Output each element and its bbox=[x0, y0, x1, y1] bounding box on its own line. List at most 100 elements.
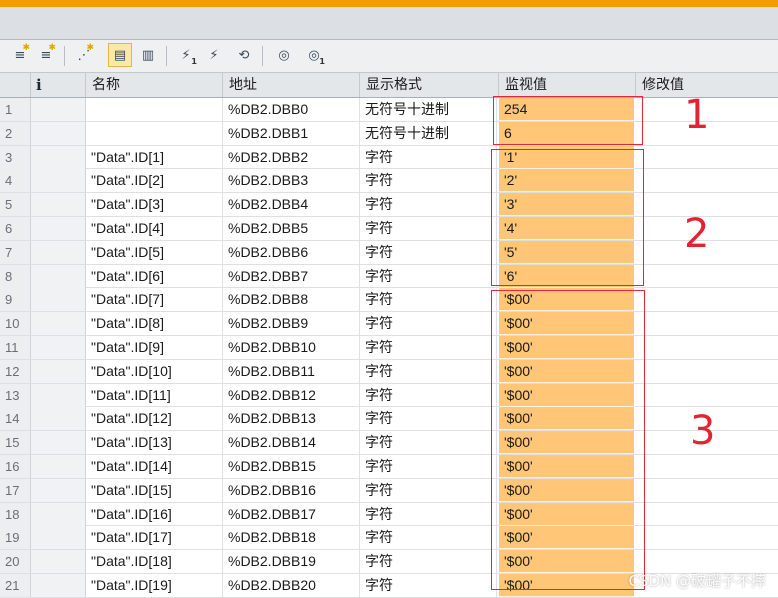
row-format-cell[interactable]: 字符 bbox=[360, 431, 497, 455]
row-format-cell[interactable]: 字符 bbox=[360, 216, 497, 240]
row-address-cell[interactable]: %DB2.DBB5 bbox=[223, 216, 360, 240]
add-row-icon[interactable]: ≡ ✱ bbox=[34, 43, 58, 67]
row-name-cell[interactable]: "Data".ID[12] bbox=[86, 407, 223, 431]
header-name[interactable]: 名称 bbox=[86, 73, 223, 97]
row-name-cell[interactable]: "Data".ID[11] bbox=[86, 383, 223, 407]
insert-comment-row-icon[interactable]: ⋰ ✱ bbox=[72, 43, 96, 67]
row-name-cell[interactable]: "Data".ID[14] bbox=[86, 454, 223, 478]
row-name-cell[interactable] bbox=[86, 121, 223, 145]
row-address-cell[interactable]: %DB2.DBB9 bbox=[223, 312, 360, 336]
modify-now-icon[interactable]: ⚡ 1 bbox=[174, 43, 198, 67]
row-format-cell[interactable]: 字符 bbox=[360, 407, 497, 431]
header-display-format[interactable]: 显示格式 bbox=[360, 73, 499, 97]
row-address-cell[interactable]: %DB2.DBB0 bbox=[223, 98, 360, 121]
modify-with-trigger-icon[interactable]: ⚡ bbox=[202, 43, 226, 67]
row-name-cell[interactable]: "Data".ID[19] bbox=[86, 573, 223, 597]
row-address-cell[interactable]: %DB2.DBB20 bbox=[223, 573, 360, 597]
row-modify-value-cell[interactable] bbox=[636, 146, 778, 169]
row-name-cell[interactable]: "Data".ID[13] bbox=[86, 431, 223, 455]
table-row[interactable]: 17 "Data".ID[15] %DB2.DBB16 字符 '$00' bbox=[0, 478, 778, 503]
row-address-cell[interactable]: %DB2.DBB8 bbox=[223, 288, 360, 312]
row-name-cell[interactable]: "Data".ID[2] bbox=[86, 169, 223, 193]
row-name-cell[interactable] bbox=[86, 98, 223, 121]
monitor-once-icon[interactable]: ◎ 1 bbox=[302, 43, 326, 67]
table-row[interactable]: 18 "Data".ID[16] %DB2.DBB17 字符 '$00' bbox=[0, 502, 778, 527]
row-address-cell[interactable]: %DB2.DBB6 bbox=[223, 240, 360, 264]
enable-peripheral-outputs-icon[interactable]: ⟲ bbox=[232, 43, 256, 67]
row-name-cell[interactable]: "Data".ID[7] bbox=[86, 288, 223, 312]
row-modify-value-cell[interactable] bbox=[636, 288, 778, 311]
table-row[interactable]: 1 %DB2.DBB0 无符号十进制 254 bbox=[0, 98, 778, 122]
row-address-cell[interactable]: %DB2.DBB11 bbox=[223, 359, 360, 383]
row-address-cell[interactable]: %DB2.DBB4 bbox=[223, 193, 360, 217]
row-name-cell[interactable]: "Data".ID[15] bbox=[86, 478, 223, 502]
table-row[interactable]: 2 %DB2.DBB1 无符号十进制 6 bbox=[0, 121, 778, 146]
header-address[interactable]: 地址 bbox=[223, 73, 360, 97]
monitor-all-icon[interactable]: ◎ bbox=[272, 43, 296, 67]
header-info[interactable]: i bbox=[31, 73, 86, 97]
row-format-cell[interactable]: 字符 bbox=[360, 478, 497, 502]
row-format-cell[interactable]: 字符 bbox=[360, 502, 497, 526]
table-row[interactable]: 9 "Data".ID[7] %DB2.DBB8 字符 '$00' bbox=[0, 288, 778, 313]
row-address-cell[interactable]: %DB2.DBB15 bbox=[223, 454, 360, 478]
row-name-cell[interactable]: "Data".ID[18] bbox=[86, 550, 223, 574]
row-address-cell[interactable]: %DB2.DBB3 bbox=[223, 169, 360, 193]
row-address-cell[interactable]: %DB2.DBB12 bbox=[223, 383, 360, 407]
row-address-cell[interactable]: %DB2.DBB13 bbox=[223, 407, 360, 431]
row-name-cell[interactable]: "Data".ID[4] bbox=[86, 216, 223, 240]
row-format-cell[interactable]: 字符 bbox=[360, 454, 497, 478]
row-address-cell[interactable]: %DB2.DBB7 bbox=[223, 264, 360, 288]
row-modify-value-cell[interactable] bbox=[636, 526, 778, 549]
row-format-cell[interactable]: 字符 bbox=[360, 169, 497, 193]
row-format-cell[interactable]: 字符 bbox=[360, 335, 497, 359]
row-name-cell[interactable]: "Data".ID[10] bbox=[86, 359, 223, 383]
row-format-cell[interactable]: 无符号十进制 bbox=[360, 121, 497, 145]
row-format-cell[interactable]: 字符 bbox=[360, 312, 497, 336]
row-name-cell[interactable]: "Data".ID[16] bbox=[86, 502, 223, 526]
row-address-cell[interactable]: %DB2.DBB14 bbox=[223, 431, 360, 455]
row-name-cell[interactable]: "Data".ID[17] bbox=[86, 526, 223, 550]
table-row[interactable]: 5 "Data".ID[3] %DB2.DBB4 字符 '3' bbox=[0, 193, 778, 217]
row-modify-value-cell[interactable] bbox=[636, 455, 778, 478]
row-format-cell[interactable]: 字符 bbox=[360, 193, 497, 217]
row-modify-value-cell[interactable] bbox=[636, 312, 778, 335]
row-address-cell[interactable]: %DB2.DBB18 bbox=[223, 526, 360, 550]
row-address-cell[interactable]: %DB2.DBB2 bbox=[223, 145, 360, 169]
row-format-cell[interactable]: 无符号十进制 bbox=[360, 98, 497, 121]
row-format-cell[interactable]: 字符 bbox=[360, 526, 497, 550]
table-row[interactable]: 15 "Data".ID[13] %DB2.DBB14 字符 '$00' bbox=[0, 431, 778, 455]
table-row[interactable]: 8 "Data".ID[6] %DB2.DBB7 字符 '6' bbox=[0, 264, 778, 289]
row-format-cell[interactable]: 字符 bbox=[360, 145, 497, 169]
row-address-cell[interactable]: %DB2.DBB17 bbox=[223, 502, 360, 526]
table-row[interactable]: 7 "Data".ID[5] %DB2.DBB6 字符 '5' bbox=[0, 240, 778, 265]
table-row[interactable]: 11 "Data".ID[9] %DB2.DBB10 字符 '$00' bbox=[0, 335, 778, 360]
row-format-cell[interactable]: 字符 bbox=[360, 573, 497, 597]
row-format-cell[interactable]: 字符 bbox=[360, 264, 497, 288]
table-row[interactable]: 6 "Data".ID[4] %DB2.DBB5 字符 '4' bbox=[0, 216, 778, 241]
row-name-cell[interactable]: "Data".ID[1] bbox=[86, 145, 223, 169]
row-address-cell[interactable]: %DB2.DBB10 bbox=[223, 335, 360, 359]
table-row[interactable]: 16 "Data".ID[14] %DB2.DBB15 字符 '$00' bbox=[0, 454, 778, 479]
show-hide-advanced-columns-icon[interactable]: ▥ bbox=[136, 43, 160, 67]
row-modify-value-cell[interactable] bbox=[636, 360, 778, 383]
row-format-cell[interactable]: 字符 bbox=[360, 359, 497, 383]
table-row[interactable]: 13 "Data".ID[11] %DB2.DBB12 字符 '$00' bbox=[0, 383, 778, 408]
row-format-cell[interactable]: 字符 bbox=[360, 383, 497, 407]
show-hide-modify-columns-icon[interactable]: ▤ bbox=[108, 43, 132, 67]
row-name-cell[interactable]: "Data".ID[3] bbox=[86, 193, 223, 217]
row-address-cell[interactable]: %DB2.DBB1 bbox=[223, 121, 360, 145]
row-modify-value-cell[interactable] bbox=[636, 503, 778, 526]
table-row[interactable]: 12 "Data".ID[10] %DB2.DBB11 字符 '$00' bbox=[0, 359, 778, 384]
header-monitor-value[interactable]: 监视值 bbox=[499, 73, 636, 97]
row-modify-value-cell[interactable] bbox=[636, 336, 778, 359]
row-address-cell[interactable]: %DB2.DBB19 bbox=[223, 550, 360, 574]
insert-row-icon[interactable]: ≡ ✱ bbox=[8, 43, 32, 67]
table-row[interactable]: 19 "Data".ID[17] %DB2.DBB18 字符 '$00' bbox=[0, 526, 778, 551]
table-row[interactable]: 10 "Data".ID[8] %DB2.DBB9 字符 '$00' bbox=[0, 312, 778, 336]
table-row[interactable]: 4 "Data".ID[2] %DB2.DBB3 字符 '2' bbox=[0, 169, 778, 194]
table-row[interactable]: 3 "Data".ID[1] %DB2.DBB2 字符 '1' bbox=[0, 145, 778, 170]
row-name-cell[interactable]: "Data".ID[9] bbox=[86, 335, 223, 359]
row-modify-value-cell[interactable] bbox=[636, 479, 778, 502]
row-modify-value-cell[interactable] bbox=[636, 265, 778, 288]
table-row[interactable]: 14 "Data".ID[12] %DB2.DBB13 字符 '$00' bbox=[0, 407, 778, 432]
